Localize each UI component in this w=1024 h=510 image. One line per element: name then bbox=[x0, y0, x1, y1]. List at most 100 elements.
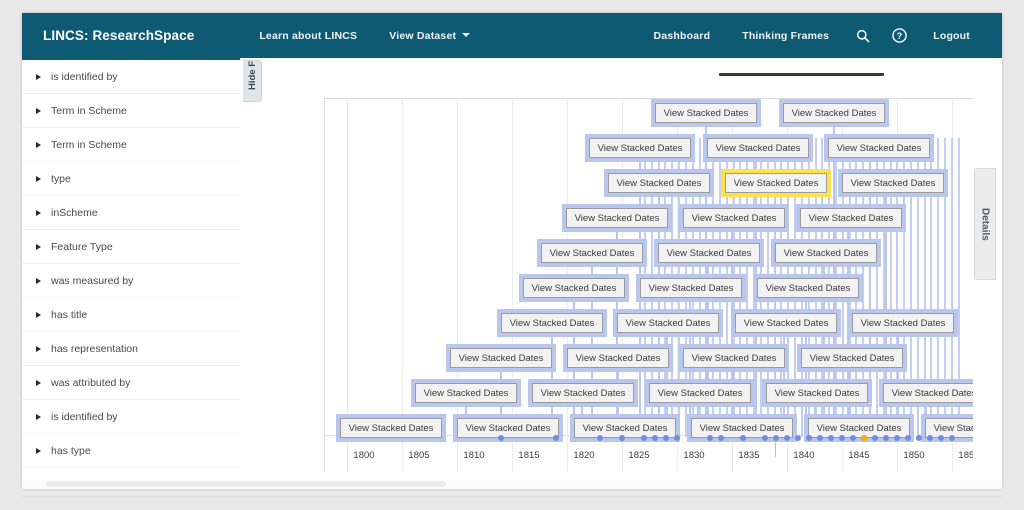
timeline-date-point[interactable] bbox=[663, 435, 669, 441]
timeline-date-point[interactable] bbox=[905, 435, 911, 441]
timeline-date-point[interactable] bbox=[949, 435, 955, 441]
stacked-dates-chip[interactable]: View Stacked Dates bbox=[567, 348, 669, 368]
stacked-dates-chip[interactable]: View Stacked Dates bbox=[541, 243, 643, 263]
stacked-dates-chip[interactable]: View Stacked Dates bbox=[766, 383, 868, 403]
stacked-dates-chip[interactable]: View Stacked Dates bbox=[532, 383, 634, 403]
stacked-dates-chip[interactable]: View Stacked Dates bbox=[501, 313, 603, 333]
facet-item[interactable]: is identified by bbox=[22, 400, 240, 434]
stacked-dates-chip-selected[interactable]: View Stacked Dates bbox=[725, 173, 827, 193]
axis-tick-label: 1810 bbox=[463, 450, 484, 461]
chevron-right-icon bbox=[36, 312, 41, 318]
stacked-dates-chip[interactable]: View Stacked Dates bbox=[415, 383, 517, 403]
facet-item-label: has type bbox=[51, 445, 91, 457]
stacked-dates-chip[interactable]: View Stacked Dates bbox=[658, 243, 760, 263]
stacked-dates-chip[interactable]: View Stacked Dates bbox=[783, 103, 885, 123]
timeline-date-point[interactable] bbox=[828, 435, 834, 441]
stacked-dates-chip[interactable]: View Stacked Dates bbox=[828, 138, 930, 158]
stacked-dates-chip[interactable]: View Stacked Dates bbox=[683, 208, 785, 228]
stacked-dates-chip[interactable]: View Stacked Dates bbox=[608, 173, 710, 193]
timeline-date-point[interactable] bbox=[938, 435, 944, 441]
stacked-dates-chip[interactable]: View Stacked Dates bbox=[735, 313, 837, 333]
timeline-date-point[interactable] bbox=[718, 435, 724, 441]
stacked-dates-chip[interactable]: View Stacked Dates bbox=[566, 208, 668, 228]
hide-filters-tab[interactable]: Hide F bbox=[243, 60, 262, 102]
facet-item[interactable]: is identified by bbox=[22, 60, 240, 94]
svg-text:?: ? bbox=[897, 31, 902, 41]
details-tab[interactable]: Details bbox=[974, 168, 996, 280]
stacked-dates-chip[interactable]: View Stacked Dates bbox=[649, 383, 751, 403]
nav-link-logout[interactable]: Logout bbox=[917, 30, 986, 42]
stacked-dates-chip[interactable]: View Stacked Dates bbox=[617, 313, 719, 333]
stacked-dates-chip[interactable]: View Stacked Dates bbox=[801, 348, 903, 368]
timeline-date-point[interactable] bbox=[641, 435, 647, 441]
facet-item[interactable]: Term in Scheme bbox=[22, 128, 240, 162]
timeline-date-point[interactable] bbox=[784, 435, 790, 441]
chevron-right-icon bbox=[36, 142, 41, 148]
stacked-dates-chip[interactable]: View Stacked Dates bbox=[683, 348, 785, 368]
facet-item[interactable]: type bbox=[22, 162, 240, 196]
facet-item[interactable]: was measured by bbox=[22, 264, 240, 298]
chevron-right-icon bbox=[36, 74, 41, 80]
horizontal-scrollbar-thumb[interactable] bbox=[46, 481, 446, 487]
timeline-date-point[interactable] bbox=[872, 435, 878, 441]
facet-item[interactable]: has title bbox=[22, 298, 240, 332]
horizontal-scrollbar[interactable] bbox=[22, 480, 1002, 489]
stacked-dates-chip[interactable]: View Stacked Dates bbox=[655, 103, 757, 123]
timeline-date-point[interactable] bbox=[740, 435, 746, 441]
timeline-date-point[interactable] bbox=[927, 435, 933, 441]
stacked-dates-chip[interactable]: View Stacked Dates bbox=[450, 348, 552, 368]
stacked-dates-chip[interactable]: View Stacked Dates bbox=[457, 418, 559, 438]
timeline-date-point[interactable] bbox=[773, 435, 779, 441]
stacked-dates-chip[interactable]: View Stacked Dates bbox=[852, 313, 954, 333]
timeline-date-point[interactable] bbox=[817, 435, 823, 441]
stacked-dates-chip[interactable]: View Stacked Dates bbox=[340, 418, 442, 438]
timeline-date-point[interactable] bbox=[762, 435, 768, 441]
facet-item[interactable]: was attributed by bbox=[22, 366, 240, 400]
stacked-dates-chip[interactable]: View Stacked Dates bbox=[757, 278, 859, 298]
chevron-right-icon bbox=[36, 278, 41, 284]
timeline-date-point[interactable] bbox=[806, 435, 812, 441]
stacked-dates-chip[interactable]: View Stacked Dates bbox=[775, 243, 877, 263]
timeline-date-point[interactable] bbox=[707, 435, 713, 441]
timeline-date-point[interactable] bbox=[674, 435, 680, 441]
timeline-plot[interactable]: 1800180518101815182018251830183518401845… bbox=[324, 98, 973, 472]
facet-item-label: inScheme bbox=[51, 207, 98, 219]
timeline-date-point[interactable] bbox=[894, 435, 900, 441]
nav-link-thinking-frames[interactable]: Thinking Frames bbox=[726, 30, 845, 42]
timeline-date-point[interactable] bbox=[553, 435, 559, 441]
timeline-date-point[interactable] bbox=[619, 435, 625, 441]
stacked-dates-chip[interactable]: View Stacked Dates bbox=[707, 138, 809, 158]
timeline-date-point[interactable] bbox=[498, 435, 504, 441]
nav-link-dashboard[interactable]: Dashboard bbox=[638, 30, 727, 42]
timeline-date-point[interactable] bbox=[883, 435, 889, 441]
facet-item-label: Term in Scheme bbox=[51, 105, 127, 117]
timeline-date-point[interactable] bbox=[916, 435, 922, 441]
timeline-date-point[interactable] bbox=[861, 435, 867, 441]
stacked-dates-chip[interactable]: View Stacked Dates bbox=[883, 383, 973, 403]
facet-item[interactable]: has type bbox=[22, 434, 240, 468]
search-icon[interactable] bbox=[851, 24, 875, 48]
chevron-right-icon bbox=[36, 380, 41, 386]
timeline-date-point[interactable] bbox=[839, 435, 845, 441]
stacked-dates-chip[interactable]: View Stacked Dates bbox=[589, 138, 691, 158]
facet-item[interactable]: has representation bbox=[22, 332, 240, 366]
timeline-date-point[interactable] bbox=[652, 435, 658, 441]
nav-link-view-dataset[interactable]: View Dataset bbox=[373, 30, 486, 42]
help-icon[interactable]: ? bbox=[887, 24, 911, 48]
nav-link-learn-about-lincs[interactable]: Learn about LINCS bbox=[243, 30, 373, 42]
axis-tick-label: 1845 bbox=[848, 450, 869, 461]
stacked-dates-chip[interactable]: View Stacked Dates bbox=[842, 173, 944, 193]
stacked-dates-chip[interactable]: View Stacked Dates bbox=[574, 418, 676, 438]
facet-item[interactable]: Term in Scheme bbox=[22, 94, 240, 128]
timeline-date-point[interactable] bbox=[597, 435, 603, 441]
timeline-stem bbox=[591, 243, 593, 437]
stacked-dates-chip[interactable]: View Stacked Dates bbox=[523, 278, 625, 298]
stacked-dates-chip[interactable]: View Stacked Dates bbox=[640, 278, 742, 298]
timeline-date-point[interactable] bbox=[850, 435, 856, 441]
stacked-dates-chip[interactable]: View Stacked Dates bbox=[800, 208, 902, 228]
facet-item-label: has title bbox=[51, 309, 87, 321]
facet-item-label: is identified by bbox=[51, 71, 118, 83]
facet-item[interactable]: inScheme bbox=[22, 196, 240, 230]
facet-item[interactable]: Feature Type bbox=[22, 230, 240, 264]
timeline-date-point[interactable] bbox=[795, 435, 801, 441]
